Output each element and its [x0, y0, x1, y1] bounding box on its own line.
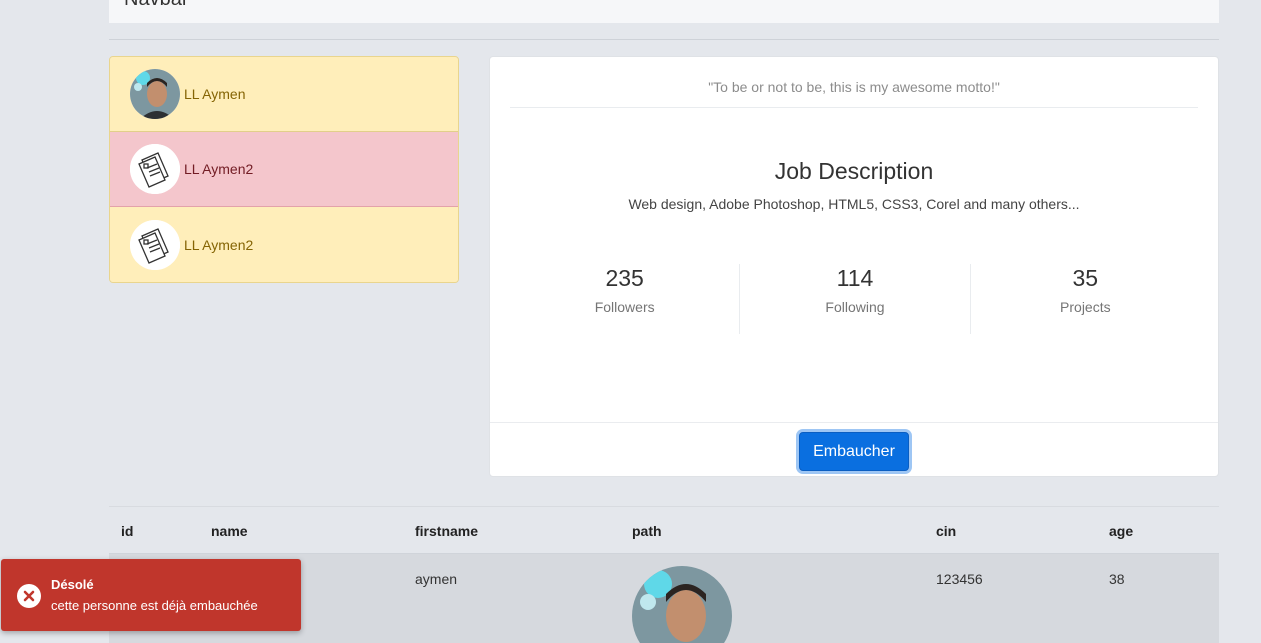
hire-button[interactable]: Embaucher	[799, 432, 909, 471]
error-toast[interactable]: Désolé cette personne est déjà embauchée	[1, 559, 301, 631]
column-header-age: age	[1109, 523, 1134, 539]
column-header-cin: cin	[936, 523, 957, 539]
toast-message: cette personne est déjà embauchée	[51, 598, 258, 613]
list-item[interactable]: LL Aymen2	[110, 132, 458, 207]
column-header-firstname: firstname	[415, 523, 479, 539]
list-item[interactable]: LL Aymen	[110, 57, 458, 132]
card-footer: Embaucher	[490, 422, 1218, 477]
cell-firstname: aymen	[415, 571, 458, 587]
close-circle-icon	[17, 584, 41, 608]
stat-value: 35	[1072, 265, 1099, 291]
list-item[interactable]: LL Aymen2	[110, 207, 458, 282]
stat-projects: 35 Projects	[971, 264, 1200, 334]
profile-card: "To be or not to be, this is my awesome …	[489, 56, 1219, 477]
column-header-path: path	[632, 523, 662, 539]
stat-label: Projects	[1060, 299, 1111, 315]
list-item-label: LL Aymen2	[184, 161, 254, 177]
stat-value: 114	[836, 265, 874, 291]
navbar-brand[interactable]: Navbar	[124, 0, 188, 10]
stat-label: Following	[825, 299, 885, 315]
job-description: Web design, Adobe Photoshop, HTML5, CSS3…	[628, 196, 1080, 212]
stat-following: 114 Following	[740, 264, 971, 334]
table-header: id name firstname path cin age	[109, 507, 1219, 554]
user-list: LL Aymen LL Aymen2 LL Aymen2	[109, 56, 459, 283]
divider	[109, 39, 1219, 40]
column-header-id: id	[121, 523, 134, 539]
column-header-name: name	[211, 523, 248, 539]
avatar	[130, 69, 180, 119]
stats-row: 235 Followers 114 Following 35 Projects	[510, 264, 1200, 334]
toast-title: Désolé	[51, 577, 94, 592]
list-item-label: LL Aymen2	[184, 236, 254, 253]
list-item-label: LL Aymen	[184, 86, 246, 102]
avatar	[130, 219, 180, 270]
path-image	[632, 566, 732, 643]
navbar: Navbar	[109, 0, 1219, 23]
stat-value: 235	[605, 265, 644, 291]
cell-age: 38	[1109, 571, 1125, 587]
stat-label: Followers	[594, 299, 655, 315]
stat-followers: 235 Followers	[510, 264, 741, 334]
avatar	[130, 144, 180, 194]
job-title: Job Description	[774, 158, 934, 184]
cell-cin: 123456	[936, 571, 983, 587]
motto: "To be or not to be, this is my awesome …	[510, 79, 1198, 108]
